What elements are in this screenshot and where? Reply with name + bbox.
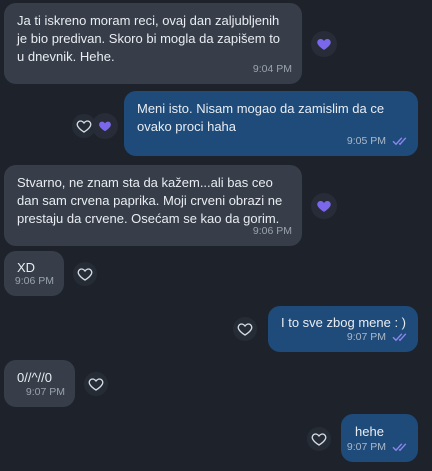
message-bubble-incoming[interactable]: 0//^//0 9:07 PM xyxy=(4,360,75,407)
message-text: Meni isto. Nisam mogao da zamislim da ce… xyxy=(137,101,385,134)
message-time: 9:06 PM xyxy=(14,275,54,287)
heart-filled-icon[interactable] xyxy=(311,193,337,219)
message-bubble-outgoing[interactable]: hehe 9:07 PM xyxy=(341,414,418,462)
read-receipt-icon xyxy=(392,137,407,145)
message-text: Stvarno, ne znam sta da kažem...ali bas … xyxy=(17,175,283,226)
message-meta: 9:05 PM xyxy=(347,132,408,150)
heart-filled-icon[interactable] xyxy=(311,31,337,57)
read-receipt-icon xyxy=(392,443,407,451)
heart-outline-icon[interactable] xyxy=(73,262,97,286)
message-meta: 9:04 PM xyxy=(253,60,292,78)
message-bubble-outgoing[interactable]: I to sve zbog mene : ) 9:07 PM xyxy=(268,306,418,352)
heart-outline-icon[interactable] xyxy=(307,427,331,451)
message-bubble-incoming[interactable]: Ja ti iskreno moram reci, ovaj dan zalju… xyxy=(4,3,302,84)
message-meta: 9:07 PM xyxy=(347,438,408,456)
message-time: 9:07 PM xyxy=(346,441,386,453)
heart-outline-icon[interactable] xyxy=(233,317,257,341)
message-bubble-incoming[interactable]: Stvarno, ne znam sta da kažem...ali bas … xyxy=(4,165,302,246)
message-text: Ja ti iskreno moram reci, ovaj dan zalju… xyxy=(17,13,281,64)
message-time: 9:07 PM xyxy=(25,386,65,398)
message-meta: 9:06 PM xyxy=(15,272,54,290)
message-time: 9:07 PM xyxy=(346,331,386,343)
heart-filled-icon[interactable] xyxy=(92,113,118,139)
read-receipt-icon xyxy=(392,333,407,341)
message-bubble-incoming[interactable]: XD 9:06 PM xyxy=(4,251,64,296)
message-meta: 9:07 PM xyxy=(347,328,408,346)
message-meta: 9:07 PM xyxy=(26,383,65,401)
message-bubble-outgoing[interactable]: Meni isto. Nisam mogao da zamislim da ce… xyxy=(124,91,418,156)
message-time: 9:06 PM xyxy=(252,225,292,237)
heart-outline-icon[interactable] xyxy=(84,372,108,396)
message-meta: 9:06 PM xyxy=(253,222,292,240)
message-time: 9:04 PM xyxy=(252,63,292,75)
message-time: 9:05 PM xyxy=(346,135,386,147)
